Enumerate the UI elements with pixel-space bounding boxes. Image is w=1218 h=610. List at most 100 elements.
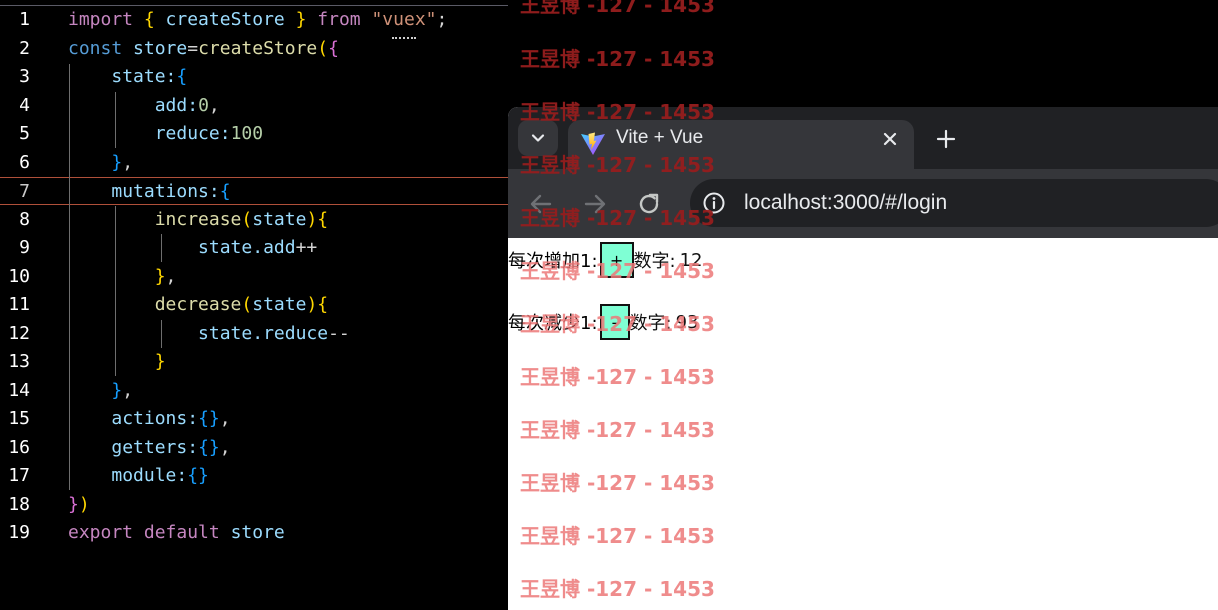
line-number: 2	[19, 37, 30, 59]
close-icon[interactable]	[882, 131, 898, 147]
line-number: 19	[8, 522, 30, 543]
code-line[interactable]: 19 export default store	[0, 519, 508, 547]
arrow-left-icon[interactable]	[528, 191, 554, 217]
code-token: ,	[122, 379, 134, 401]
code-line[interactable]: 4 add:0,	[0, 92, 508, 120]
code-line[interactable]: 11 decrease(state){	[0, 291, 508, 319]
code-line[interactable]: 7 mutations:{	[0, 177, 508, 205]
code-token: (	[241, 294, 253, 315]
code-text: add:0,	[68, 92, 220, 120]
new-tab-button[interactable]	[932, 125, 960, 153]
code-line[interactable]: 10 },	[0, 263, 508, 291]
code-token: store	[230, 522, 285, 543]
code-token: --	[328, 322, 350, 344]
code-text: },	[68, 149, 133, 177]
tab-search-button[interactable]	[518, 120, 558, 156]
line-number: 9	[19, 237, 30, 258]
code-token: decrease	[154, 294, 242, 315]
code-line[interactable]: 8 increase(state){	[0, 206, 508, 234]
lint-hint-underline	[392, 33, 416, 39]
arrow-right-icon[interactable]	[582, 191, 608, 217]
code-token: increase	[154, 208, 242, 230]
code-token: (	[241, 208, 253, 230]
line-number: 16	[8, 436, 30, 458]
increase-number-label: 数字:	[633, 251, 676, 272]
code-token: from	[317, 9, 372, 30]
tab-vite-vue[interactable]: Vite + Vue	[568, 120, 914, 169]
browser-window: Vite + Vue localhost:3000/#/login 每次增加1:…	[508, 107, 1218, 610]
code-line[interactable]: 13 }	[0, 348, 508, 376]
line-number: 11	[8, 294, 30, 315]
code-text: }	[68, 348, 166, 376]
code-token: (	[317, 37, 329, 59]
code-text: module:{}	[68, 462, 209, 490]
code-token: {	[176, 66, 188, 87]
code-token: state.reduce	[198, 322, 329, 344]
chevron-down-icon	[531, 134, 545, 142]
code-token: reduce:	[154, 123, 231, 144]
code-text: getters:{},	[68, 434, 230, 462]
code-text: import { createStore } from "vuex";	[68, 6, 447, 34]
code-token: actions:	[111, 408, 199, 429]
increase-button[interactable]: +	[599, 242, 634, 278]
line-number: 3	[19, 66, 30, 87]
address-bar[interactable]: localhost:3000/#/login	[690, 179, 1218, 227]
line-number: 5	[19, 123, 30, 144]
code-line[interactable]: 9 state.add++	[0, 234, 508, 262]
tab-title: Vite + Vue	[616, 127, 704, 148]
code-token: {}	[187, 465, 209, 486]
info-icon[interactable]	[702, 191, 726, 215]
code-line[interactable]: 12 state.reduce--	[0, 320, 508, 348]
code-token: add:	[154, 94, 199, 116]
code-token: )	[306, 294, 318, 315]
code-editor[interactable]: 1 import { createStore } from "vuex"; 2 con…	[0, 0, 508, 610]
code-token: {}	[198, 436, 220, 458]
code-token: {	[143, 9, 166, 30]
code-line[interactable]: 18})	[0, 491, 508, 519]
line-number: 13	[8, 351, 30, 372]
code-token: 0	[198, 94, 209, 116]
decrease-number-label: 数字:	[629, 313, 672, 334]
plus-icon	[936, 129, 956, 149]
browser-toolbar: localhost:3000/#/login	[508, 169, 1218, 238]
code-line[interactable]: 3 state:{	[0, 63, 508, 91]
code-text: state:{	[68, 63, 187, 91]
code-token: const	[68, 37, 134, 59]
decrease-button[interactable]: -	[599, 304, 630, 340]
code-line[interactable]: 14 },	[0, 377, 508, 405]
code-token: )	[306, 208, 318, 230]
line-number: 17	[8, 465, 30, 486]
code-text: },	[68, 377, 133, 405]
indent-guide	[69, 64, 70, 490]
code-token: {	[219, 181, 231, 202]
decrease-label: 每次减少1:	[508, 313, 598, 334]
code-line[interactable]: 2 const store=createStore({	[0, 35, 508, 63]
code-line[interactable]: 1 import { createStore } from "vuex";	[0, 6, 508, 34]
code-line[interactable]: 15 actions:{},	[0, 405, 508, 433]
code-token: }	[68, 493, 79, 515]
code-text: mutations:{	[68, 178, 231, 206]
code-line[interactable]: 16 getters:{},	[0, 434, 508, 462]
code-text: })	[68, 491, 90, 519]
vite-logo-icon	[581, 132, 605, 155]
code-line[interactable]: 17 module:{}	[0, 462, 508, 490]
decrease-row: 每次减少1: - 数字: 93	[508, 303, 699, 341]
line-number: 18	[8, 493, 30, 515]
code-token: getters:	[111, 436, 199, 458]
url-text: localhost:3000/#/login	[744, 191, 948, 214]
code-token: )	[78, 493, 90, 515]
code-token: }	[295, 9, 318, 30]
reload-icon[interactable]	[636, 191, 662, 217]
code-line[interactable]: 5 reduce:100	[0, 120, 508, 148]
code-token: ;	[436, 9, 448, 30]
code-token: }	[154, 351, 166, 372]
code-token: ,	[165, 265, 177, 287]
code-line[interactable]: 6 },	[0, 149, 508, 177]
